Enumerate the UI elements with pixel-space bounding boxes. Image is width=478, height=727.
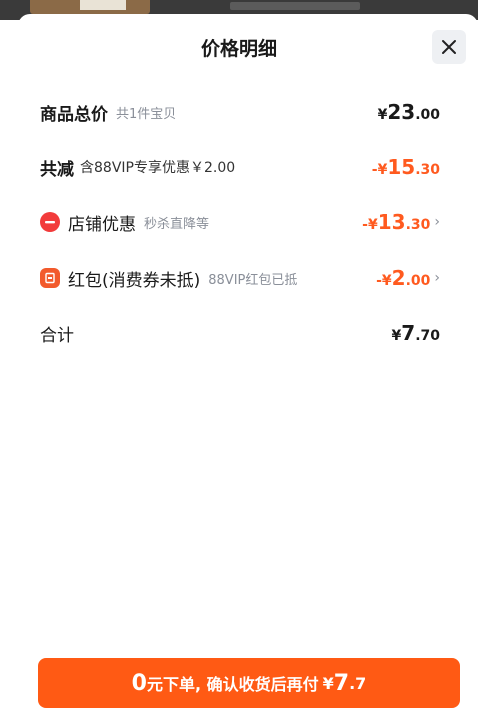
- chevron-right-icon: ›: [434, 214, 440, 230]
- background-text-hint: [230, 2, 360, 10]
- cta-text: 元下单, 确认收货后再付: [146, 675, 319, 694]
- product-thumbnail-label: [80, 0, 126, 10]
- total-discount-amount: - ¥15.30: [371, 155, 440, 179]
- total-goods-label: 商品总价: [40, 104, 108, 125]
- place-order-button[interactable]: 0 元下单, 确认收货后再付 ¥ 7 .7: [38, 658, 460, 708]
- sheet-title: 价格明细: [200, 38, 277, 60]
- red-packet-label: 红包(消费券未抵): [68, 270, 201, 291]
- product-thumbnail: [30, 0, 150, 14]
- close-icon: [442, 40, 456, 54]
- total-goods-amount: ¥23.00: [377, 100, 440, 124]
- grand-total-label: 合计: [40, 325, 74, 346]
- red-packet-row[interactable]: 红包(消费券未抵) 88VIP红包已抵 - ¥2.00 ›: [40, 263, 460, 293]
- grand-total-amount: ¥7.70: [391, 321, 440, 345]
- cta-currency: ¥: [322, 673, 334, 693]
- cta-integer: 7: [333, 670, 350, 696]
- cta-decimal: .7: [349, 673, 367, 693]
- red-packet-icon: [40, 268, 60, 288]
- chevron-right-icon: ›: [434, 270, 440, 286]
- shop-discount-sub: 秒杀直降等: [144, 216, 210, 232]
- grand-total-row: 合计 ¥7.70: [40, 318, 460, 348]
- vip-discount-text: 含88VIP专享优惠￥2.00: [80, 160, 236, 176]
- shop-discount-row[interactable]: 店铺优惠 秒杀直降等 - ¥13.30 ›: [40, 207, 460, 237]
- total-goods-row: 商品总价 共1件宝贝 ¥23.00: [40, 97, 460, 127]
- close-button[interactable]: [432, 30, 466, 64]
- shop-discount-icon: [40, 212, 60, 232]
- total-discount-label: 共减: [40, 159, 74, 180]
- red-packet-amount: - ¥2.00: [376, 266, 431, 290]
- total-discount-row: 共减 含88VIP专享优惠￥2.00 - ¥15.30: [40, 152, 460, 182]
- red-packet-sub: 88VIP红包已抵: [208, 272, 298, 288]
- cta-zero: 0: [131, 670, 147, 696]
- item-count-text: 共1件宝贝: [116, 106, 177, 122]
- shop-discount-amount: - ¥13.30: [362, 210, 431, 234]
- shop-discount-label: 店铺优惠: [68, 214, 136, 235]
